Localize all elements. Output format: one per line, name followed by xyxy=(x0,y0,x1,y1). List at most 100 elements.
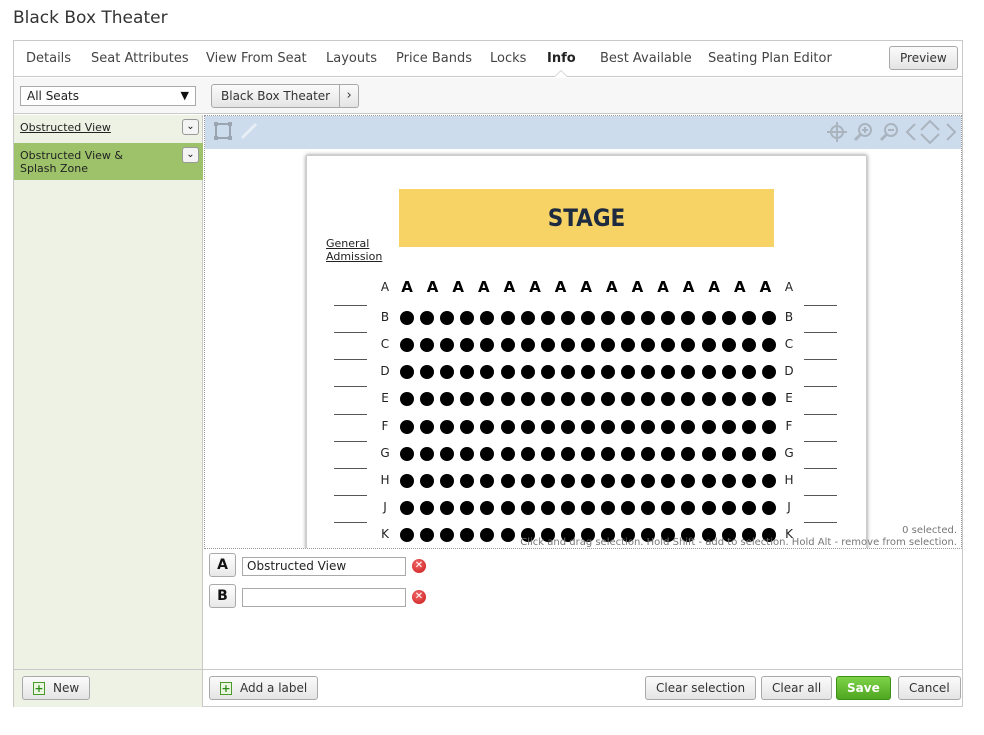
seat[interactable]: A xyxy=(502,278,516,296)
seat[interactable] xyxy=(460,338,475,353)
seat[interactable] xyxy=(520,446,535,461)
seat[interactable] xyxy=(400,311,414,326)
seat[interactable] xyxy=(681,500,696,515)
seat[interactable] xyxy=(520,365,535,380)
label-text-input[interactable]: Obstructed View xyxy=(242,557,406,576)
chevron-down-icon[interactable]: ⌄ xyxy=(182,147,199,163)
seat[interactable] xyxy=(701,338,716,353)
seat[interactable] xyxy=(741,446,756,461)
seat[interactable] xyxy=(701,419,716,434)
seat[interactable]: A xyxy=(477,278,491,296)
seat[interactable] xyxy=(621,365,636,380)
seat[interactable] xyxy=(560,446,575,461)
seat[interactable] xyxy=(560,500,575,515)
seat[interactable] xyxy=(400,365,414,380)
seat[interactable] xyxy=(480,419,495,434)
brush-icon[interactable] xyxy=(239,121,259,145)
save-button[interactable]: Save xyxy=(836,676,891,700)
seat[interactable] xyxy=(420,527,435,542)
seat[interactable] xyxy=(480,473,495,488)
seat[interactable] xyxy=(641,473,656,488)
seat[interactable] xyxy=(420,446,435,461)
seat[interactable] xyxy=(420,365,435,380)
seat[interactable] xyxy=(580,473,595,488)
seat[interactable] xyxy=(641,446,656,461)
seat[interactable] xyxy=(721,311,736,326)
seat[interactable] xyxy=(661,419,676,434)
seat[interactable] xyxy=(641,500,656,515)
seat[interactable] xyxy=(661,338,676,353)
seat[interactable] xyxy=(641,311,656,326)
seat[interactable] xyxy=(681,419,696,434)
seat[interactable] xyxy=(661,500,676,515)
seat[interactable] xyxy=(701,311,716,326)
seat[interactable] xyxy=(480,365,495,380)
seat[interactable]: A xyxy=(605,278,619,296)
breadcrumb[interactable]: Black Box Theater › xyxy=(211,84,360,108)
seat[interactable] xyxy=(420,473,435,488)
seat[interactable] xyxy=(661,446,676,461)
seat[interactable] xyxy=(440,446,455,461)
seat[interactable] xyxy=(540,392,555,407)
seat[interactable] xyxy=(520,338,535,353)
tab-seat-attributes[interactable]: Seat Attributes xyxy=(91,51,189,66)
new-button[interactable]: + New xyxy=(22,676,91,700)
seat[interactable] xyxy=(520,473,535,488)
seat[interactable] xyxy=(681,311,696,326)
seat[interactable] xyxy=(440,419,455,434)
seat[interactable] xyxy=(420,500,435,515)
seat[interactable] xyxy=(761,365,776,380)
seat[interactable] xyxy=(721,446,736,461)
tab-price-bands[interactable]: Price Bands xyxy=(396,51,472,66)
seat[interactable] xyxy=(580,392,595,407)
seat[interactable] xyxy=(601,500,615,515)
seat[interactable] xyxy=(681,365,696,380)
seat[interactable] xyxy=(540,473,555,488)
tab-best-available[interactable]: Best Available xyxy=(600,51,692,66)
seat[interactable] xyxy=(621,338,636,353)
tab-info[interactable]: Info xyxy=(547,51,576,66)
seat[interactable] xyxy=(440,338,455,353)
seat[interactable] xyxy=(400,500,414,515)
cancel-button[interactable]: Cancel xyxy=(898,676,961,700)
seat[interactable] xyxy=(460,446,475,461)
seat[interactable] xyxy=(621,473,636,488)
seat[interactable] xyxy=(400,419,414,434)
seat[interactable] xyxy=(761,419,776,434)
seat[interactable] xyxy=(701,446,716,461)
select-rect-icon[interactable] xyxy=(213,121,233,145)
seat[interactable] xyxy=(601,365,615,380)
seat[interactable] xyxy=(580,500,595,515)
seat[interactable] xyxy=(641,392,656,407)
seat[interactable]: A xyxy=(528,278,542,296)
seat[interactable] xyxy=(621,419,636,434)
seat[interactable] xyxy=(400,446,414,461)
seat[interactable] xyxy=(621,446,636,461)
seat[interactable] xyxy=(500,311,515,326)
seat[interactable]: A xyxy=(630,278,644,296)
seat[interactable] xyxy=(580,338,595,353)
seat[interactable] xyxy=(681,446,696,461)
seat[interactable] xyxy=(621,392,636,407)
center-icon[interactable] xyxy=(827,122,847,146)
seat[interactable] xyxy=(601,419,615,434)
seat[interactable] xyxy=(641,419,656,434)
seat[interactable] xyxy=(560,419,575,434)
tab-details[interactable]: Details xyxy=(26,51,71,66)
seat[interactable] xyxy=(721,500,736,515)
seat[interactable]: A xyxy=(426,278,440,296)
seat[interactable] xyxy=(580,419,595,434)
seat[interactable] xyxy=(601,446,615,461)
seat[interactable] xyxy=(721,365,736,380)
seat[interactable] xyxy=(480,338,495,353)
seat[interactable] xyxy=(500,473,515,488)
tab-layouts[interactable]: Layouts xyxy=(326,51,377,66)
seat[interactable] xyxy=(580,311,595,326)
seat[interactable] xyxy=(500,527,515,542)
seat[interactable] xyxy=(621,500,636,515)
chevron-right-icon[interactable]: › xyxy=(340,85,358,107)
seat[interactable]: A xyxy=(707,278,721,296)
seat[interactable] xyxy=(741,338,756,353)
label-letter-button[interactable]: B xyxy=(209,584,236,608)
seat[interactable] xyxy=(500,392,515,407)
